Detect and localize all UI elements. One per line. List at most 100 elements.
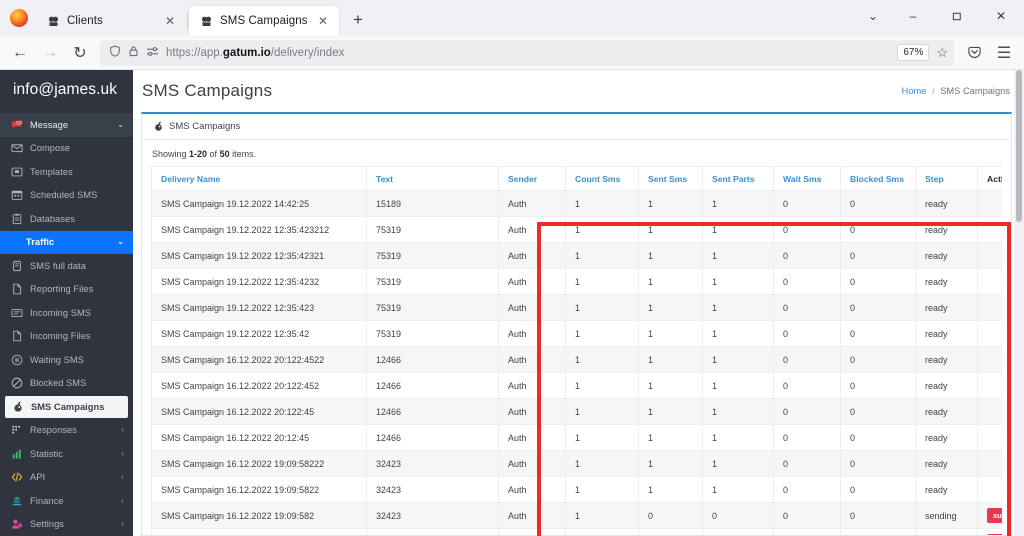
new-tab-button[interactable]: + — [345, 7, 371, 33]
breadcrumb-home-link[interactable]: Home — [902, 86, 927, 96]
lock-icon[interactable] — [128, 45, 139, 60]
cell-text: 32423 — [366, 476, 499, 503]
sidebar-item-incoming-files[interactable]: Incoming Files — [0, 325, 133, 349]
cell-actions: suspend — [977, 528, 1002, 535]
page-scrollbar[interactable] — [1014, 70, 1024, 536]
database-icon — [11, 260, 23, 272]
minimize-button[interactable]: – — [892, 1, 934, 31]
cell-sender: Auth — [498, 424, 566, 451]
table-row[interactable]: SMS Campaign 19.12.2022 12:35:423212 7531… — [151, 216, 1002, 243]
sidebar-item-waiting-sms[interactable]: Waiting SMS — [0, 348, 133, 372]
sidebar-item-finance[interactable]: Finance ‹ — [0, 489, 133, 513]
table-row[interactable]: SMS Campaign 19.12.2022 14:42:25 15189 Aut… — [151, 190, 1002, 217]
sidebar-item-label: Finance — [30, 495, 64, 506]
table-row[interactable]: SMS Campaign 16.12.2022 19:09:58222 32423… — [151, 450, 1002, 477]
sidebar-item-incoming-sms[interactable]: Incoming SMS — [0, 301, 133, 325]
sidebar-item-traffic[interactable]: Traffic ⌄ — [0, 230, 133, 254]
permissions-icon[interactable] — [146, 46, 159, 60]
cell-wait-sms: 0 — [773, 346, 841, 373]
tab-close-icon[interactable]: ✕ — [162, 13, 178, 29]
sidebar-item-api[interactable]: API ‹ — [0, 466, 133, 490]
url-text[interactable]: https://app.gatum.io/delivery/index — [166, 47, 890, 59]
table-row[interactable]: SMS Campaign 19.12.2022 12:35:42 75319 Aut… — [151, 320, 1002, 347]
column-header-wait-sms[interactable]: Wait Sms — [773, 166, 841, 191]
sort-link[interactable]: Sent Sms — [648, 174, 687, 184]
maximize-button[interactable] — [936, 1, 978, 31]
sidebar-item-settings[interactable]: Settings ‹ — [0, 513, 133, 536]
cell-delivery-name: SMS Campaign 16.12.2022 19:09:58222 — [151, 450, 367, 477]
cell-step: ready — [915, 372, 978, 399]
bookmark-star-icon[interactable]: ☆ — [936, 45, 948, 61]
sidebar-item-responses[interactable]: Responses ‹ — [0, 419, 133, 443]
app-menu-button[interactable]: ☰ — [990, 39, 1018, 67]
sidebar-item-label: Templates — [30, 166, 73, 177]
table-row[interactable]: SMS Campaign 16.12.2022 20:122:4522 12466… — [151, 346, 1002, 373]
cell-sender: Auth — [498, 450, 566, 477]
address-bar[interactable]: https://app.gatum.io/delivery/index 67% … — [100, 39, 954, 66]
chart-icon — [11, 448, 23, 460]
table-row[interactable]: SMS Campaign 16.12.2022 20:12:45 12466 Aut… — [151, 424, 1002, 451]
cell-sender: Auth — [498, 294, 566, 321]
shield-icon[interactable] — [109, 45, 121, 60]
cell-sender: Auth — [498, 320, 566, 347]
reload-button-icon[interactable]: ↻ — [66, 39, 94, 67]
table-row[interactable]: SMS Campaign 19.12.2022 12:35:42321 75319… — [151, 242, 1002, 269]
column-header-sent-sms[interactable]: Sent Sms — [638, 166, 703, 191]
browser-tab-clients[interactable]: Clients ✕ — [36, 6, 186, 36]
tab-close-icon[interactable]: ✕ — [315, 13, 331, 29]
sidebar-item-compose[interactable]: Compose — [0, 137, 133, 161]
column-header-text[interactable]: Text — [366, 166, 499, 191]
cell-step: ready — [915, 320, 978, 347]
pocket-icon[interactable] — [960, 39, 988, 67]
column-header-count-sms[interactable]: Count Sms — [565, 166, 639, 191]
sidebar-item-label: Responses — [30, 425, 77, 436]
sort-link[interactable]: Sender — [508, 174, 537, 184]
table-scroll-area: Delivery Name Text Sender Count Sms Sent… — [151, 166, 1002, 535]
back-button-icon[interactable]: ← — [6, 39, 34, 67]
sidebar-item-scheduled-sms[interactable]: Scheduled SMS — [0, 184, 133, 208]
cell-sender: Auth — [498, 502, 566, 529]
sidebar-item-statistic[interactable]: Statistic ‹ — [0, 442, 133, 466]
sort-link[interactable]: Blocked Sms — [850, 174, 904, 184]
cell-wait-sms: 0 — [773, 502, 841, 529]
cell-text: 75319 — [366, 242, 499, 269]
table-row[interactable]: SMS Campaign 19.12.2022 12:35:423 75319 Au… — [151, 294, 1002, 321]
tab-list-chevron-down-icon[interactable]: ⌄ — [856, 1, 890, 31]
table-row[interactable]: SMS Campaign 19.12.2022 12:35:4232 75319 A… — [151, 268, 1002, 295]
cell-text: 75319 — [366, 294, 499, 321]
suspend-button[interactable]: suspend — [987, 533, 1002, 535]
sidebar-item-blocked-sms[interactable]: Blocked SMS — [0, 372, 133, 396]
sort-link[interactable]: Step — [925, 174, 944, 184]
url-path: /delivery/index — [270, 46, 345, 59]
suspend-button[interactable]: suspend — [987, 507, 1002, 524]
table-row[interactable]: SMS Campaign 16.12.2022 19:09:582 32423 Au… — [151, 502, 1002, 529]
sort-link[interactable]: Sent Parts — [712, 174, 755, 184]
gatum-favicon-icon — [47, 15, 60, 28]
zoom-level-indicator[interactable]: 67% — [897, 44, 930, 61]
column-header-blocked-sms[interactable]: Blocked Sms — [840, 166, 916, 191]
column-header-step[interactable]: Step — [915, 166, 978, 191]
column-header-sender[interactable]: Sender — [498, 166, 566, 191]
close-window-button[interactable]: ✕ — [980, 1, 1022, 31]
column-header-delivery-name[interactable]: Delivery Name — [151, 166, 367, 191]
scrollbar-thumb[interactable] — [1016, 70, 1022, 222]
table-row[interactable]: SMS Campaign 16.12.2022 20:122:452 12466 A… — [151, 372, 1002, 399]
sort-link[interactable]: Count Sms — [575, 174, 620, 184]
column-header-sent-parts[interactable]: Sent Parts — [702, 166, 774, 191]
table-row[interactable]: SMS Campaign 16.12.2022 19:09:5822 32423 A… — [151, 476, 1002, 503]
sort-link[interactable]: Text — [376, 174, 393, 184]
table-row[interactable]: SMS Campaign 16.12.2022 20:122:45 12466 Au… — [151, 398, 1002, 425]
cell-text: 32423 — [366, 502, 499, 529]
sort-link[interactable]: Delivery Name — [161, 174, 220, 184]
column-header-actions: Actions — [977, 166, 1002, 191]
sidebar-item-message[interactable]: Message ⌄ — [0, 113, 133, 137]
browser-tab-sms-campaigns[interactable]: SMS Campaigns ✕ — [189, 6, 339, 36]
sidebar-item-sms-campaigns[interactable]: SMS Campaigns — [5, 396, 128, 418]
sidebar-item-reporting-files[interactable]: Reporting Files — [0, 278, 133, 302]
sort-link[interactable]: Wait Sms — [783, 174, 821, 184]
table-row[interactable]: SMS Campaign 16.12.2022 19:09:5832423Aut… — [151, 528, 1002, 535]
cell-wait-sms: 0 — [773, 424, 841, 451]
sidebar-item-databases[interactable]: Databases — [0, 207, 133, 231]
sidebar-item-sms-full-data[interactable]: SMS full data — [0, 254, 133, 278]
sidebar-item-templates[interactable]: Templates — [0, 160, 133, 184]
